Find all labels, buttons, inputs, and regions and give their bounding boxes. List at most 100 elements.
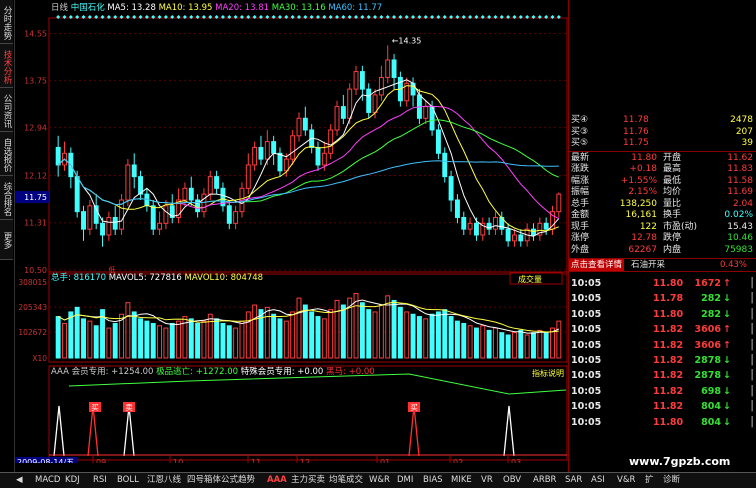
stat-value: 11.80	[631, 152, 657, 163]
stat-label: 量比	[663, 198, 682, 209]
indicator-tab-1[interactable]: KDJ	[63, 474, 82, 487]
bid-price: 11.75	[623, 138, 649, 148]
candle-body	[296, 117, 302, 137]
sidebar-tab-1[interactable]: 技术分析	[0, 44, 13, 88]
sidebar-tab-2[interactable]: 公司资讯	[0, 88, 13, 132]
indicator-tab-18[interactable]: V&R	[615, 474, 637, 487]
candle-body	[302, 117, 308, 131]
indicator-tab-8[interactable]: 均笔成交	[327, 474, 365, 487]
indicator-tab-17[interactable]: ASI	[589, 474, 607, 487]
candle-body	[182, 187, 188, 201]
left-sidebar: 分时走势 技术分析 公司资讯 自选报价 综合排名 更多	[0, 0, 15, 472]
indicator-tab-19[interactable]: 扩	[643, 474, 656, 487]
indicator-tab-15[interactable]: ARBR	[531, 474, 558, 487]
indicator-tab-12[interactable]: MIKE	[449, 474, 474, 487]
candle-body	[233, 211, 239, 224]
candle-body	[473, 222, 479, 236]
volume-bar	[81, 318, 86, 359]
volume-bar	[163, 327, 169, 359]
indicator-tab-4[interactable]: 江恩八线	[145, 474, 183, 487]
period-label: 日线	[51, 2, 71, 13]
bid-volume: 207	[735, 126, 753, 137]
tick-time: 10:05	[571, 370, 602, 382]
tick-row: 10:05 11.82 698 ↓ │	[569, 384, 756, 399]
candle-body	[512, 234, 517, 242]
indicator-tab-11[interactable]: BIAS	[421, 474, 445, 487]
stat-value: 11.83	[727, 164, 753, 174]
tick-volume: 804	[701, 401, 721, 413]
chart-area[interactable]: 买 卖 买 14.55 13.75 12.94 12.12 11.31 10.50 11.75 日…	[15, 0, 568, 463]
candle-body	[543, 222, 549, 230]
quote-panel: 买④ 11.78 2478 买③ 11.76 207 买⑤ 11.75 39 最新 11.80 开盘 1…	[568, 0, 756, 472]
candle-body	[226, 205, 232, 224]
candle-body	[359, 71, 365, 90]
volume-legend: 总手: 816170 MAVOL5: 727816 MAVOL10: 80474…	[51, 272, 263, 283]
indicator-tab-3[interactable]: BOLL	[115, 474, 141, 487]
candle-body	[283, 158, 289, 172]
tick-price: 11.80	[653, 278, 684, 289]
volume-bar	[524, 334, 530, 359]
indicator-tab-2[interactable]: RSI	[91, 474, 109, 487]
sector-banner[interactable]: 点击查看详情 石油开采 0.43%	[569, 258, 756, 272]
volume-bar	[404, 311, 410, 359]
stat-value: +0.18	[629, 164, 657, 174]
candle-body	[188, 187, 194, 201]
ma-line-5	[57, 79, 560, 237]
sidebar-tab-5[interactable]: 更多	[0, 220, 13, 260]
stat-label: 最低	[663, 175, 682, 186]
sidebar-tab-4[interactable]: 综合排名	[0, 176, 13, 220]
volume-bar	[461, 322, 467, 359]
candle-body	[81, 211, 86, 230]
stat-label: 外盘	[571, 244, 590, 255]
volume-bar	[454, 320, 460, 359]
tab-scroll-left-icon[interactable]: ◀	[14, 474, 25, 487]
candle-body	[163, 205, 169, 224]
stat-value: 16,161	[625, 210, 658, 220]
indicator-help-button[interactable]: 指标说明	[532, 368, 564, 378]
bid-row-2: 买⑤ 11.75 39	[569, 138, 756, 150]
tick-price: 11.80	[653, 308, 684, 320]
indicator-tab-14[interactable]: OBV	[501, 474, 523, 487]
arrow-down-icon: ↓	[723, 370, 731, 382]
candle-body	[435, 129, 441, 154]
indicator-tab-6[interactable]: AAA	[265, 474, 289, 487]
stat-row-0: 最新 11.80 开盘 11.62	[569, 153, 756, 165]
volume-bar	[169, 322, 175, 359]
stat-value: 11.69	[727, 187, 753, 197]
tick-time: 10:05	[571, 324, 602, 336]
tick-volume: 698	[701, 385, 721, 397]
candle-body	[442, 152, 448, 178]
volume-bar	[214, 318, 220, 359]
candle-body	[214, 176, 220, 189]
volume-bar	[334, 299, 340, 359]
volume-bar	[296, 297, 302, 359]
tick-price: 11.82	[653, 324, 684, 336]
indicator-tab-13[interactable]: VR	[479, 474, 495, 487]
volume-bar	[429, 313, 435, 359]
volume-axis-label-0: 308015	[18, 278, 47, 287]
indicator-tab-9[interactable]: W&R	[367, 474, 392, 487]
tick-scroll-mark: │	[749, 339, 755, 351]
candle-body	[353, 71, 359, 90]
volume-bar	[556, 320, 562, 359]
volume-bar	[55, 316, 61, 359]
sidebar-tab-3[interactable]: 自选报价	[0, 132, 13, 176]
volume-bar	[537, 329, 543, 359]
indicator-tab-0[interactable]: MACD	[33, 474, 62, 487]
indicator-tab-20[interactable]: 诊断	[661, 474, 682, 487]
ma-legend-4: MA60: 11.77	[328, 3, 382, 13]
sidebar-tab-0[interactable]: 分时走势	[0, 0, 13, 44]
volume-bar	[195, 322, 201, 359]
aaa-spike	[123, 405, 135, 457]
tick-time: 10:05	[571, 278, 602, 289]
indicator-tab-16[interactable]: SAR	[563, 474, 584, 487]
bid-row-1: 买③ 11.76 207	[569, 127, 756, 139]
volume-bar	[340, 304, 346, 359]
aaa-legend-2: 特殊会员专用: +0.00	[241, 366, 326, 377]
aaa-legend: AAA 会员专用: +1254.00 极品逃亡: +1272.00 特殊会员专用…	[51, 366, 375, 377]
stat-value: 62267	[628, 244, 657, 255]
indicator-tab-5[interactable]: 四号箱体公式趋势	[185, 474, 257, 487]
tick-row: 10:05 11.80 282 ↓ │	[569, 307, 756, 322]
indicator-tab-10[interactable]: DMI	[395, 474, 415, 487]
indicator-tab-7[interactable]: 主力买卖	[289, 474, 327, 487]
